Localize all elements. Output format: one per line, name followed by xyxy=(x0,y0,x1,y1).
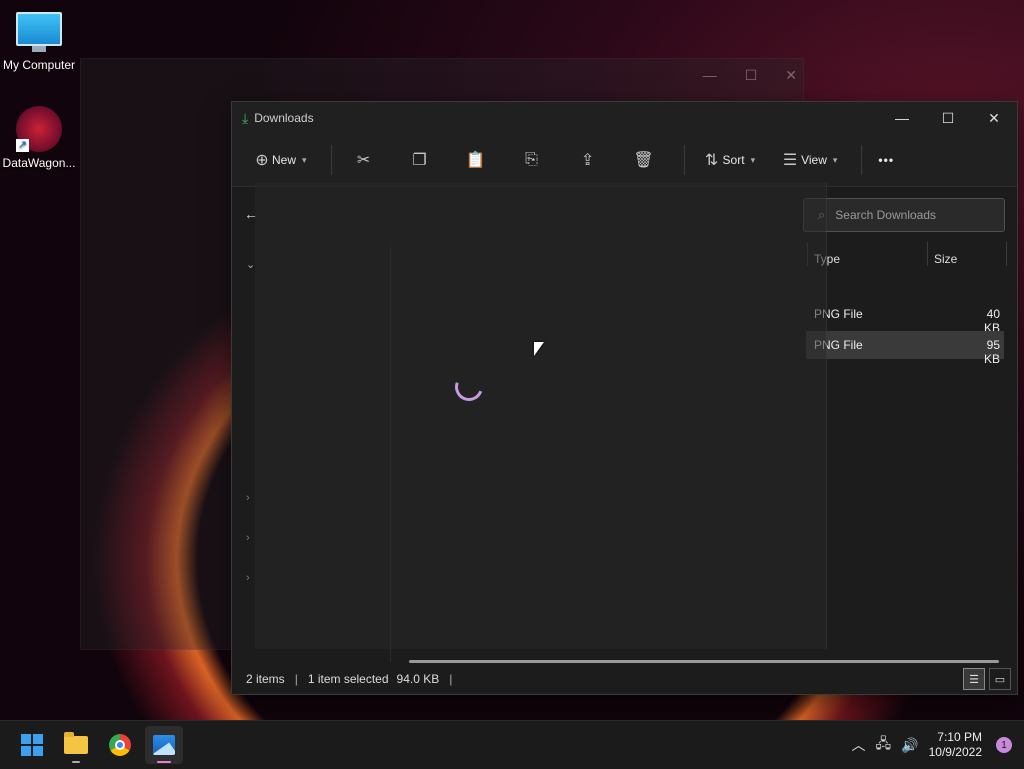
datawagon-icon: ↗ xyxy=(16,106,62,152)
taskbar: ︿ 🖧 🔊 7:10 PM 10/9/2022 1 xyxy=(0,720,1024,769)
sort-button[interactable]: ⇅ Sort ▾ xyxy=(693,143,764,177)
computer-icon xyxy=(16,12,62,52)
share-icon: ⇪ xyxy=(580,152,595,169)
folder-icon xyxy=(64,732,88,754)
delete-button[interactable]: 🗑 xyxy=(620,143,668,177)
details-view-icon[interactable]: ☰ xyxy=(963,668,985,690)
clock[interactable]: 7:10 PM 10/9/2022 xyxy=(929,730,982,760)
download-icon: ⤓ xyxy=(242,109,249,126)
chevron-down-icon: ▾ xyxy=(832,154,838,165)
see-more-button[interactable]: ••• xyxy=(870,143,902,177)
desktop-icon-datawagon[interactable]: ↗ DataWagon... xyxy=(1,106,77,170)
network-icon[interactable]: 🖧 xyxy=(876,733,892,757)
trash-icon: 🗑 xyxy=(633,152,654,169)
taskbar-photos[interactable] xyxy=(145,726,183,764)
copy-button[interactable]: ❐ xyxy=(396,143,444,177)
taskbar-file-explorer[interactable] xyxy=(57,726,95,764)
notification-badge[interactable]: 1 xyxy=(996,737,1012,753)
column-header-size[interactable]: Size xyxy=(934,252,957,276)
close-button[interactable]: ✕ xyxy=(971,102,1017,134)
minimize-button[interactable]: — xyxy=(879,102,925,134)
chevron-right-icon[interactable]: › xyxy=(246,492,250,504)
status-bar: 2 items | 1 item selected 94.0 KB | ☰ ▭ xyxy=(232,664,1017,694)
cut-button[interactable]: ✂ xyxy=(340,143,388,177)
item-count: 2 items xyxy=(246,672,285,686)
copy-icon: ❐ xyxy=(412,152,427,169)
chevron-down-icon: ▾ xyxy=(302,154,307,165)
selection-size: 94.0 KB xyxy=(396,672,440,686)
minimize-icon[interactable]: — xyxy=(703,67,717,84)
scissors-icon: ✂ xyxy=(356,152,371,169)
desktop-icon-label: DataWagon... xyxy=(2,156,76,170)
close-icon[interactable]: ✕ xyxy=(785,67,797,84)
window-title: Downloads xyxy=(254,111,314,125)
new-button[interactable]: ⊕ New ▾ xyxy=(244,143,315,177)
chevron-right-icon[interactable]: › xyxy=(246,572,250,584)
paste-icon: 📋 xyxy=(465,152,486,169)
paste-button[interactable]: 📋 xyxy=(452,143,500,177)
clock-date: 10/9/2022 xyxy=(928,745,982,759)
plus-circle-icon: ⊕ xyxy=(255,152,269,169)
start-button[interactable] xyxy=(13,726,51,764)
photos-icon xyxy=(153,735,175,755)
share-button[interactable]: ⇪ xyxy=(564,143,612,177)
view-list-icon: ☰ xyxy=(782,152,798,169)
command-bar: ⊕ New ▾ ✂ ❐ 📋 ⎘ ⇪ 🗑 ⇅ Sort ▾ ☰ View ▾ ••… xyxy=(232,134,1017,187)
tiles-view-icon[interactable]: ▭ xyxy=(989,668,1011,690)
chevron-right-icon[interactable]: › xyxy=(246,532,250,544)
file-size-cell[interactable]: 95 KB xyxy=(970,338,1000,366)
selection-count: 1 item selected xyxy=(307,672,389,686)
clock-time: 7:10 PM xyxy=(937,730,982,744)
chevron-down-icon: ▾ xyxy=(750,154,756,165)
mouse-cursor-icon xyxy=(534,342,544,356)
search-placeholder: Search Downloads xyxy=(835,208,937,222)
chrome-icon xyxy=(109,734,131,756)
taskbar-chrome[interactable] xyxy=(101,726,139,764)
view-button[interactable]: ☰ View ▾ xyxy=(771,143,845,177)
title-bar[interactable]: ⤓ Downloads — ☐ ✕ xyxy=(232,102,1017,134)
rename-button[interactable]: ⎘ xyxy=(508,143,556,177)
chevron-down-icon[interactable]: ⌄ xyxy=(246,258,255,271)
search-box[interactable]: ⌕ Search Downloads xyxy=(803,198,1005,232)
sort-icon: ⇅ xyxy=(704,152,719,169)
rename-icon: ⎘ xyxy=(525,151,538,168)
desktop-icon-label: My Computer xyxy=(2,58,76,72)
maximize-icon[interactable]: ☐ xyxy=(745,67,758,84)
system-tray: ︿ 🖧 🔊 7:10 PM 10/9/2022 1 xyxy=(852,721,1024,769)
shortcut-arrow-icon: ↗ xyxy=(16,139,29,152)
chevron-up-icon[interactable]: ︿ xyxy=(852,735,866,755)
volume-icon[interactable]: 🔊 xyxy=(901,737,918,754)
maximize-button[interactable]: ☐ xyxy=(925,102,971,134)
desktop-icon-my-computer[interactable]: My Computer xyxy=(1,12,77,72)
horizontal-scrollbar[interactable] xyxy=(409,660,999,663)
windows-logo-icon xyxy=(21,734,43,756)
loading-overlay xyxy=(255,183,827,649)
